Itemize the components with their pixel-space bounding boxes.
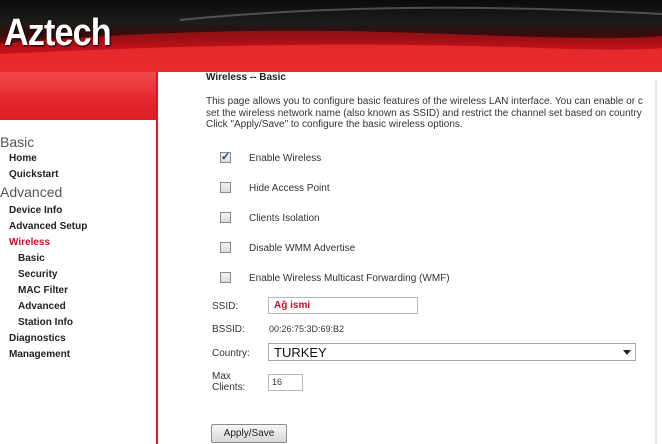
ssid-input[interactable]: Ağ ismi xyxy=(268,297,418,314)
sidebar-item-station-info[interactable]: Station Info xyxy=(18,317,73,328)
sidebar-item-quickstart[interactable]: Quickstart xyxy=(9,169,58,180)
scrollbar-edge xyxy=(655,80,657,444)
apply-save-button[interactable]: Apply/Save xyxy=(211,424,287,443)
sidebar-banner xyxy=(0,72,156,120)
sidebar-item-wireless-basic[interactable]: Basic xyxy=(18,253,45,264)
disable-wmm-checkbox[interactable] xyxy=(220,242,231,253)
enable-wireless-checkbox[interactable] xyxy=(220,150,231,163)
sidebar-item-wireless[interactable]: Wireless xyxy=(9,237,50,248)
hide-access-point-label: Hide Access Point xyxy=(249,183,330,194)
sidebar-item-diagnostics[interactable]: Diagnostics xyxy=(9,333,66,344)
sidebar-item-wireless-advanced[interactable]: Advanced xyxy=(18,301,66,312)
country-select[interactable]: TURKEY xyxy=(268,343,636,361)
sidebar-item-home[interactable]: Home xyxy=(9,153,37,164)
sidebar-item-mac-filter[interactable]: MAC Filter xyxy=(18,285,68,296)
disable-wmm-label: Disable WMM Advertise xyxy=(249,243,356,254)
brand-logo: Aztech xyxy=(4,12,112,54)
ssid-label: SSID: xyxy=(212,301,239,312)
bssid-label: BSSID: xyxy=(212,324,245,335)
wmf-checkbox[interactable] xyxy=(220,272,231,283)
main-content: Wireless -- Basic This page allows you t… xyxy=(158,72,662,444)
wmf-label: Enable Wireless Multicast Forwarding (WM… xyxy=(249,273,450,284)
clients-isolation-label: Clients Isolation xyxy=(249,213,320,224)
country-selected-value: TURKEY xyxy=(274,345,327,360)
max-clients-label: Max Clients: xyxy=(212,371,245,393)
page-description: This page allows you to configure basic … xyxy=(206,96,662,131)
country-label: Country: xyxy=(212,348,250,359)
sidebar-section-basic: Basic xyxy=(0,134,35,150)
sidebar-item-security[interactable]: Security xyxy=(18,269,57,280)
description-line: set the wireless network name (also know… xyxy=(206,107,642,119)
header-banner: Aztech xyxy=(0,0,662,72)
max-clients-label-line: Clients: xyxy=(212,382,246,393)
sidebar-item-management[interactable]: Management xyxy=(9,349,70,360)
hide-access-point-checkbox[interactable] xyxy=(220,182,231,193)
description-line: Click "Apply/Save" to configure the basi… xyxy=(206,119,463,130)
clients-isolation-checkbox[interactable] xyxy=(220,212,231,223)
sidebar-item-advanced-setup[interactable]: Advanced Setup xyxy=(9,221,87,232)
enable-wireless-label: Enable Wireless xyxy=(249,153,322,164)
sidebar-item-device-info[interactable]: Device Info xyxy=(9,205,62,216)
max-clients-input[interactable]: 16 xyxy=(268,374,303,391)
description-line: This page allows you to configure basic … xyxy=(206,96,643,107)
sidebar-section-advanced: Advanced xyxy=(0,184,63,200)
chevron-down-icon xyxy=(623,350,631,355)
sidebar-nav: Basic Home Quickstart Advanced Device In… xyxy=(0,120,156,444)
max-clients-label-line: Max xyxy=(212,371,231,382)
bssid-value: 00:26:75:3D:69:B2 xyxy=(269,324,345,334)
page-title: Wireless -- Basic xyxy=(206,72,286,83)
